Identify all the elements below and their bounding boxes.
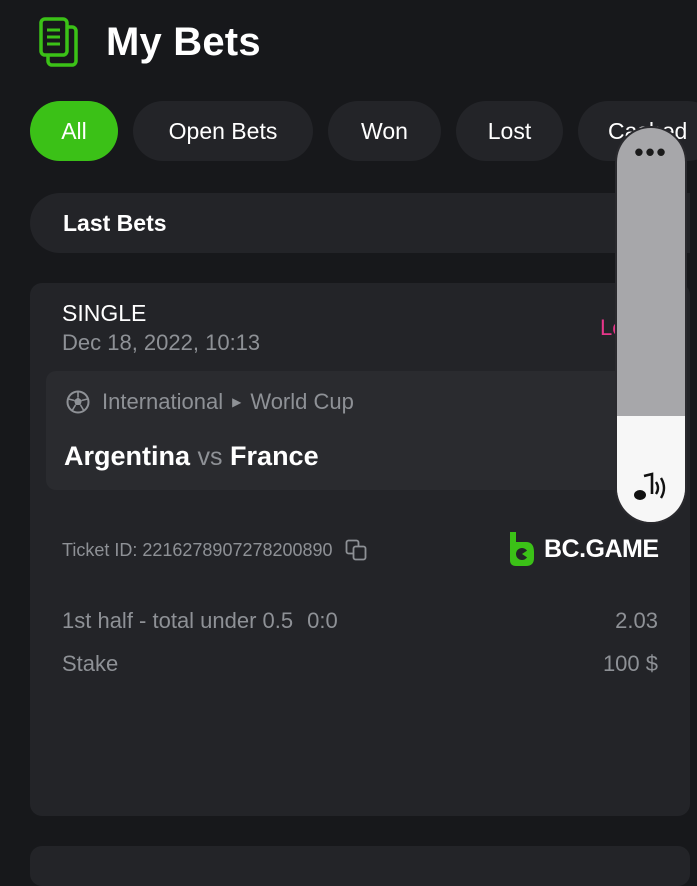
- tab-won[interactable]: Won: [328, 101, 441, 161]
- page-header: My Bets: [38, 14, 261, 70]
- ticket-info: Ticket ID: 2216278907278200890: [62, 539, 367, 561]
- ticket-label: Ticket ID:: [62, 539, 138, 560]
- stake-value: 100 $: [602, 651, 658, 676]
- team-away: France: [230, 441, 319, 471]
- bc-game-logo-icon: [510, 532, 534, 566]
- caret-right-icon: ▶: [232, 395, 242, 409]
- league-label: World Cup: [250, 389, 354, 414]
- bet-card[interactable]: SINGLE Dec 18, 2022, 10:13 Lo Internatio…: [30, 283, 690, 816]
- media-volume-icon[interactable]: [632, 472, 670, 504]
- league-breadcrumb: International ▶ World Cup: [66, 389, 354, 415]
- bet-card-next[interactable]: [30, 846, 690, 886]
- category-label: International: [102, 389, 224, 414]
- volume-slider[interactable]: •••: [617, 128, 685, 522]
- last-bets-label: Last Bets: [63, 209, 167, 236]
- brand-logo: BC.GAME: [506, 530, 659, 568]
- bet-date: Dec 18, 2022, 10:13: [62, 330, 261, 355]
- volume-level-fill: [617, 415, 685, 522]
- match-teams: Argentina vs France: [64, 441, 319, 472]
- match-score: 0:0: [307, 608, 338, 633]
- market-row: 1st half - total under 0.5 0:0 2.03: [62, 608, 658, 634]
- tab-open-bets[interactable]: Open Bets: [133, 101, 313, 161]
- page-title: My Bets: [106, 19, 261, 64]
- market-label: 1st half - total under 0.5: [62, 608, 294, 633]
- stake-row: Stake 100 $: [62, 651, 658, 677]
- tab-lost[interactable]: Lost: [456, 101, 563, 161]
- last-bets-dropdown[interactable]: Last Bets ›: [30, 193, 690, 253]
- ticket-id: 2216278907278200890: [142, 539, 333, 560]
- soccer-ball-icon: [66, 390, 90, 414]
- more-options-icon[interactable]: •••: [617, 139, 685, 165]
- bet-type: SINGLE: [62, 300, 147, 326]
- tab-all[interactable]: All: [30, 101, 118, 161]
- team-home: Argentina: [64, 441, 191, 471]
- odds-value: 2.03: [615, 608, 658, 633]
- brand-name: BC.GAME: [544, 534, 659, 563]
- stake-label: Stake: [62, 651, 119, 676]
- versus-label: vs: [197, 443, 223, 471]
- bet-filter-tabs: All Open Bets Won Lost Cashed: [30, 101, 697, 161]
- match-info[interactable]: International ▶ World Cup Argentina vs F…: [46, 371, 676, 490]
- document-stack-icon: [39, 17, 78, 67]
- copy-icon[interactable]: [345, 539, 367, 561]
